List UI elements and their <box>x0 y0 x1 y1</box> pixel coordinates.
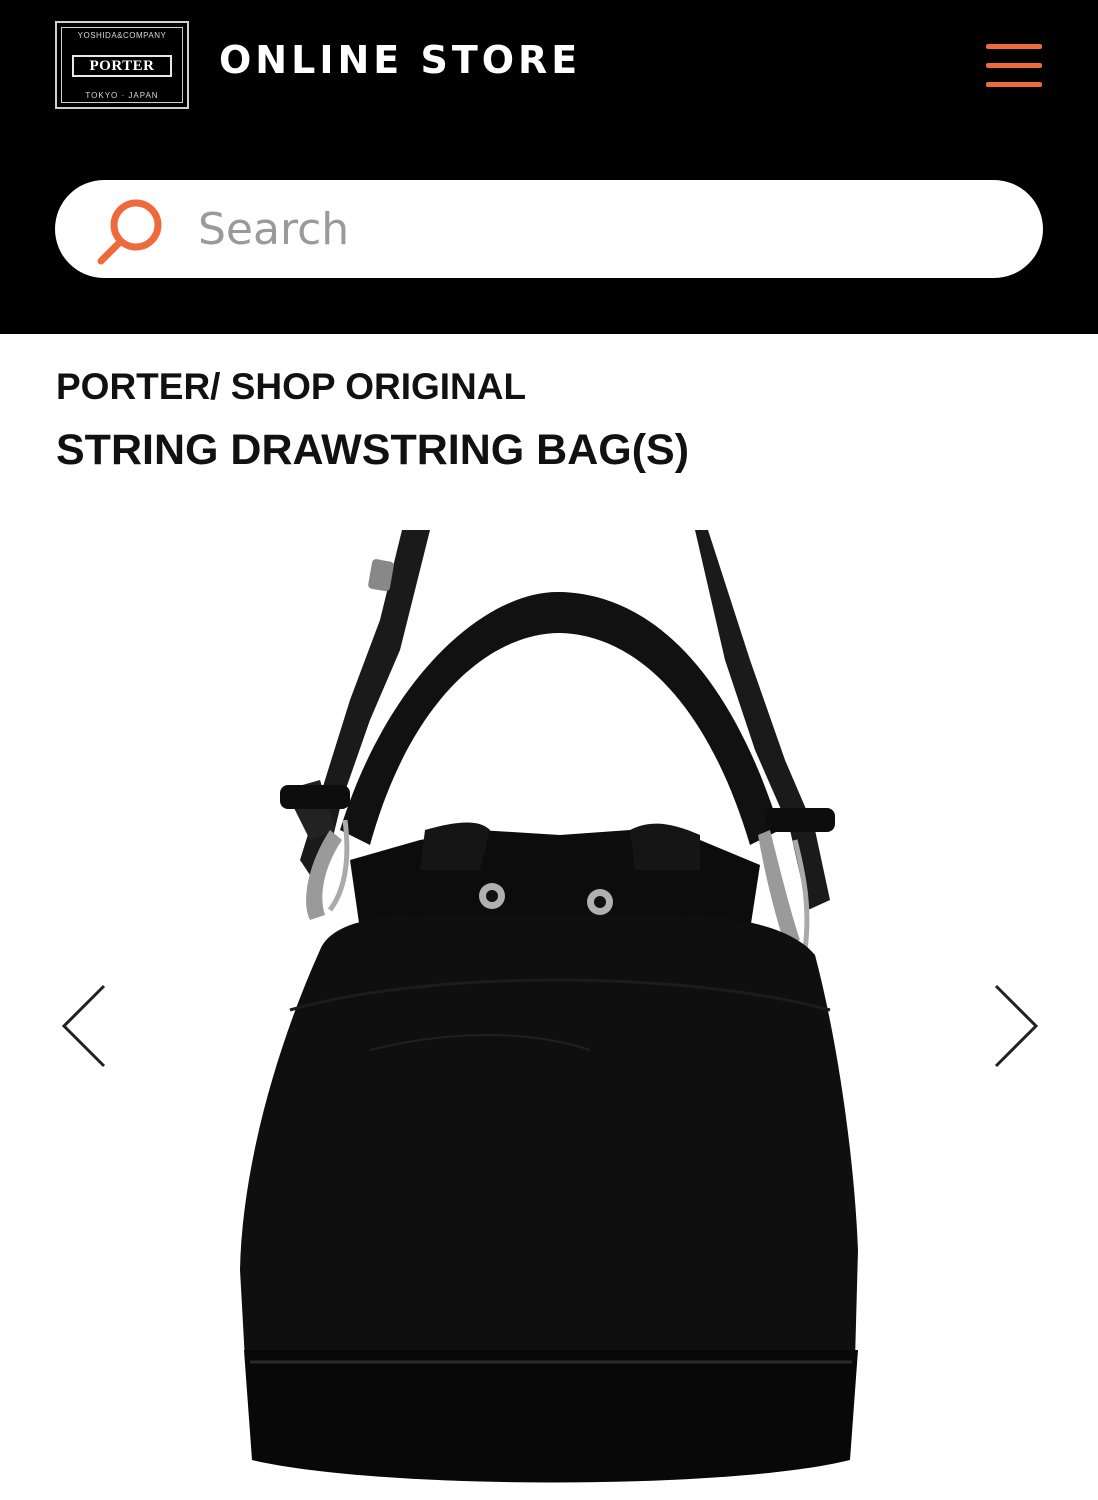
product-title: STRING DRAWSTRING BAG(S) <box>56 426 690 474</box>
search-icon[interactable] <box>96 195 166 267</box>
menu-bar <box>986 82 1042 87</box>
logo-bottom-text: TOKYO · JAPAN <box>85 91 159 100</box>
chevron-right-icon[interactable] <box>984 978 1044 1078</box>
menu-bar <box>986 44 1042 49</box>
search-input[interactable] <box>198 198 998 260</box>
logo-top-text: YOSHIDA&COMPANY <box>77 31 167 40</box>
product-brand-line: PORTER/ SHOP ORIGINAL <box>56 366 527 407</box>
menu-bar <box>986 63 1042 68</box>
logo-frame: YOSHIDA&COMPANY PORTER TOKYO · JAPAN <box>61 27 183 103</box>
product-image[interactable] <box>230 530 870 1500</box>
logo-brand-text: PORTER <box>72 55 172 77</box>
menu-button[interactable] <box>984 40 1044 92</box>
porter-logo[interactable]: YOSHIDA&COMPANY PORTER TOKYO · JAPAN <box>55 21 189 109</box>
site-header: YOSHIDA&COMPANY PORTER TOKYO · JAPAN ONL… <box>0 0 1098 334</box>
store-title[interactable]: ONLINE STORE <box>219 38 581 82</box>
chevron-left-icon[interactable] <box>56 978 116 1078</box>
